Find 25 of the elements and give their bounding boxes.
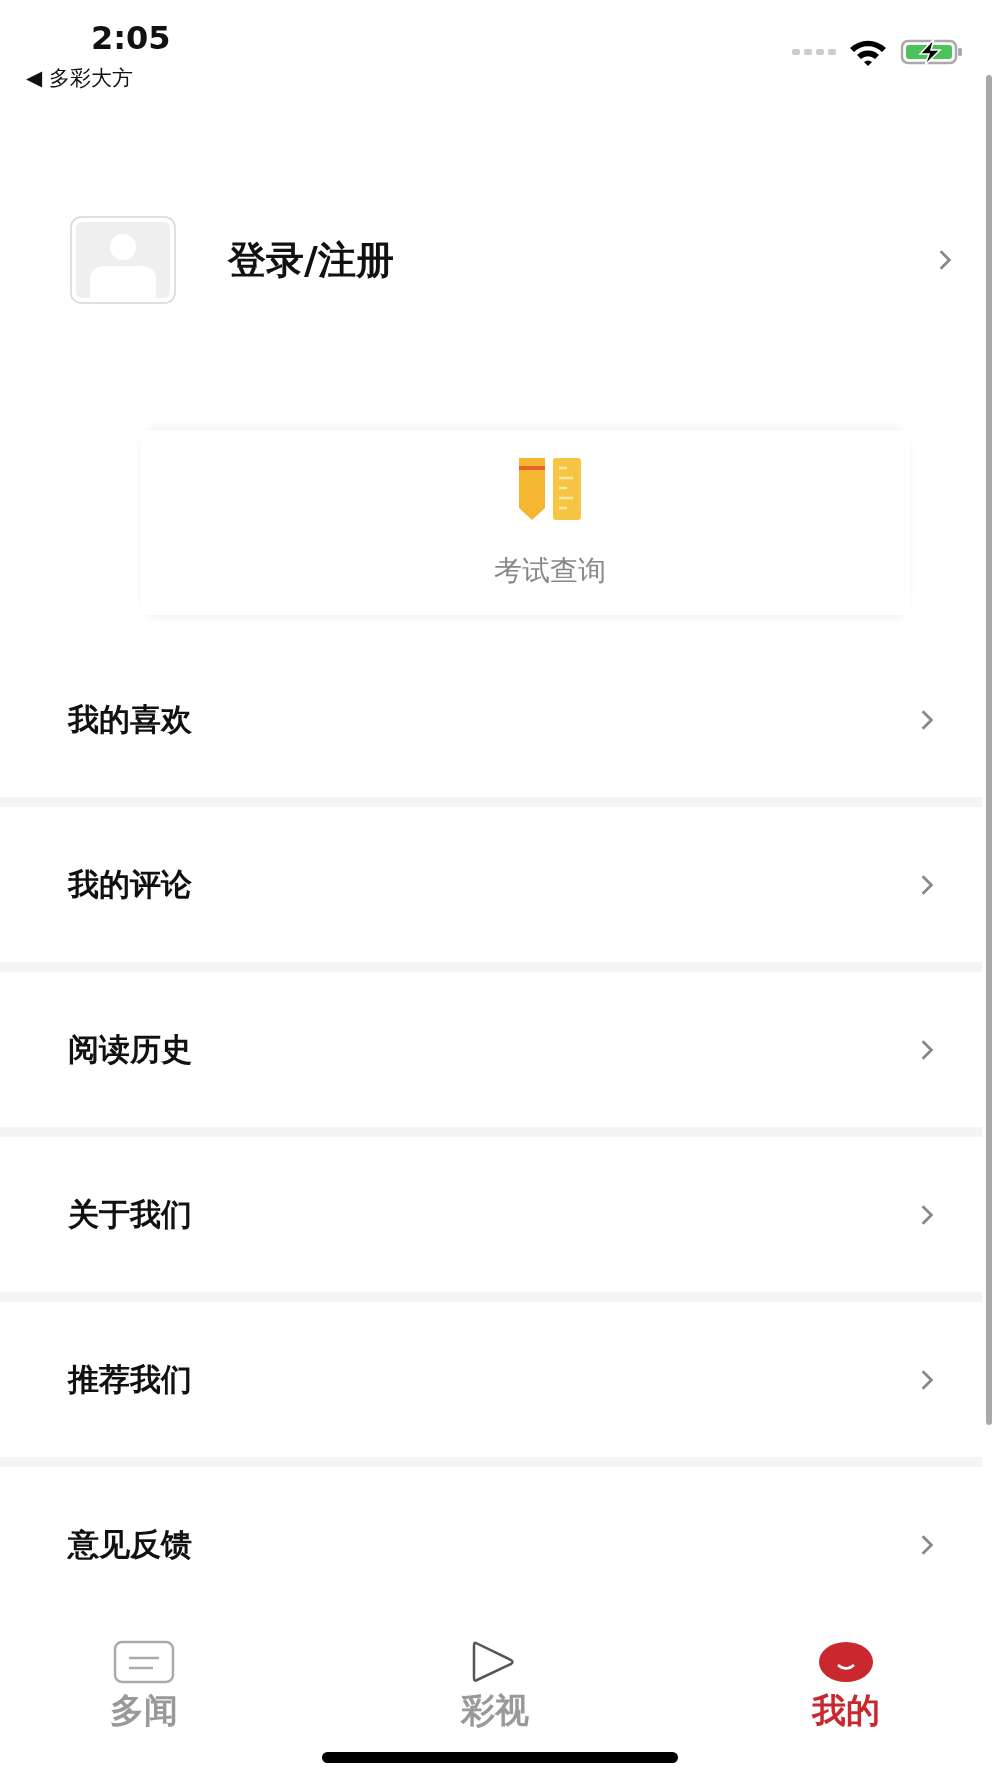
back-link[interactable]: ◀ 多彩大方 xyxy=(26,64,133,92)
menu-item[interactable]: 我的喜欢 xyxy=(0,642,982,797)
status-time: 2:05 xyxy=(91,20,171,56)
chevron-right-icon xyxy=(920,1203,934,1226)
chevron-right-icon xyxy=(938,249,952,271)
menu-item[interactable]: 关于我们 xyxy=(0,1137,982,1292)
tab[interactable]: 我的 xyxy=(812,1640,880,1734)
pencil-ruler-icon[interactable] xyxy=(517,455,583,522)
chevron-right-icon xyxy=(920,873,934,896)
login-register-link[interactable]: 登录/注册 xyxy=(228,234,938,286)
menu-item[interactable]: 意见反馈 xyxy=(0,1467,982,1622)
menu-item[interactable]: 我的评论 xyxy=(0,807,982,962)
menu-item[interactable]: 阅读历史 xyxy=(0,972,982,1127)
wifi-icon xyxy=(848,38,888,66)
chevron-right-icon xyxy=(920,1368,934,1391)
signal-icon xyxy=(792,48,836,56)
menu-item[interactable]: 推荐我们 xyxy=(0,1302,982,1457)
exam-query-link[interactable]: 考试查询 xyxy=(494,551,606,590)
scrollbar[interactable] xyxy=(986,75,992,1425)
chevron-right-icon xyxy=(920,708,934,731)
document-icon xyxy=(113,1640,175,1684)
avatar-icon[interactable] xyxy=(70,216,176,304)
chevron-right-icon xyxy=(920,1533,934,1556)
battery-charging-icon xyxy=(900,38,964,66)
chevron-right-icon xyxy=(920,1038,934,1061)
